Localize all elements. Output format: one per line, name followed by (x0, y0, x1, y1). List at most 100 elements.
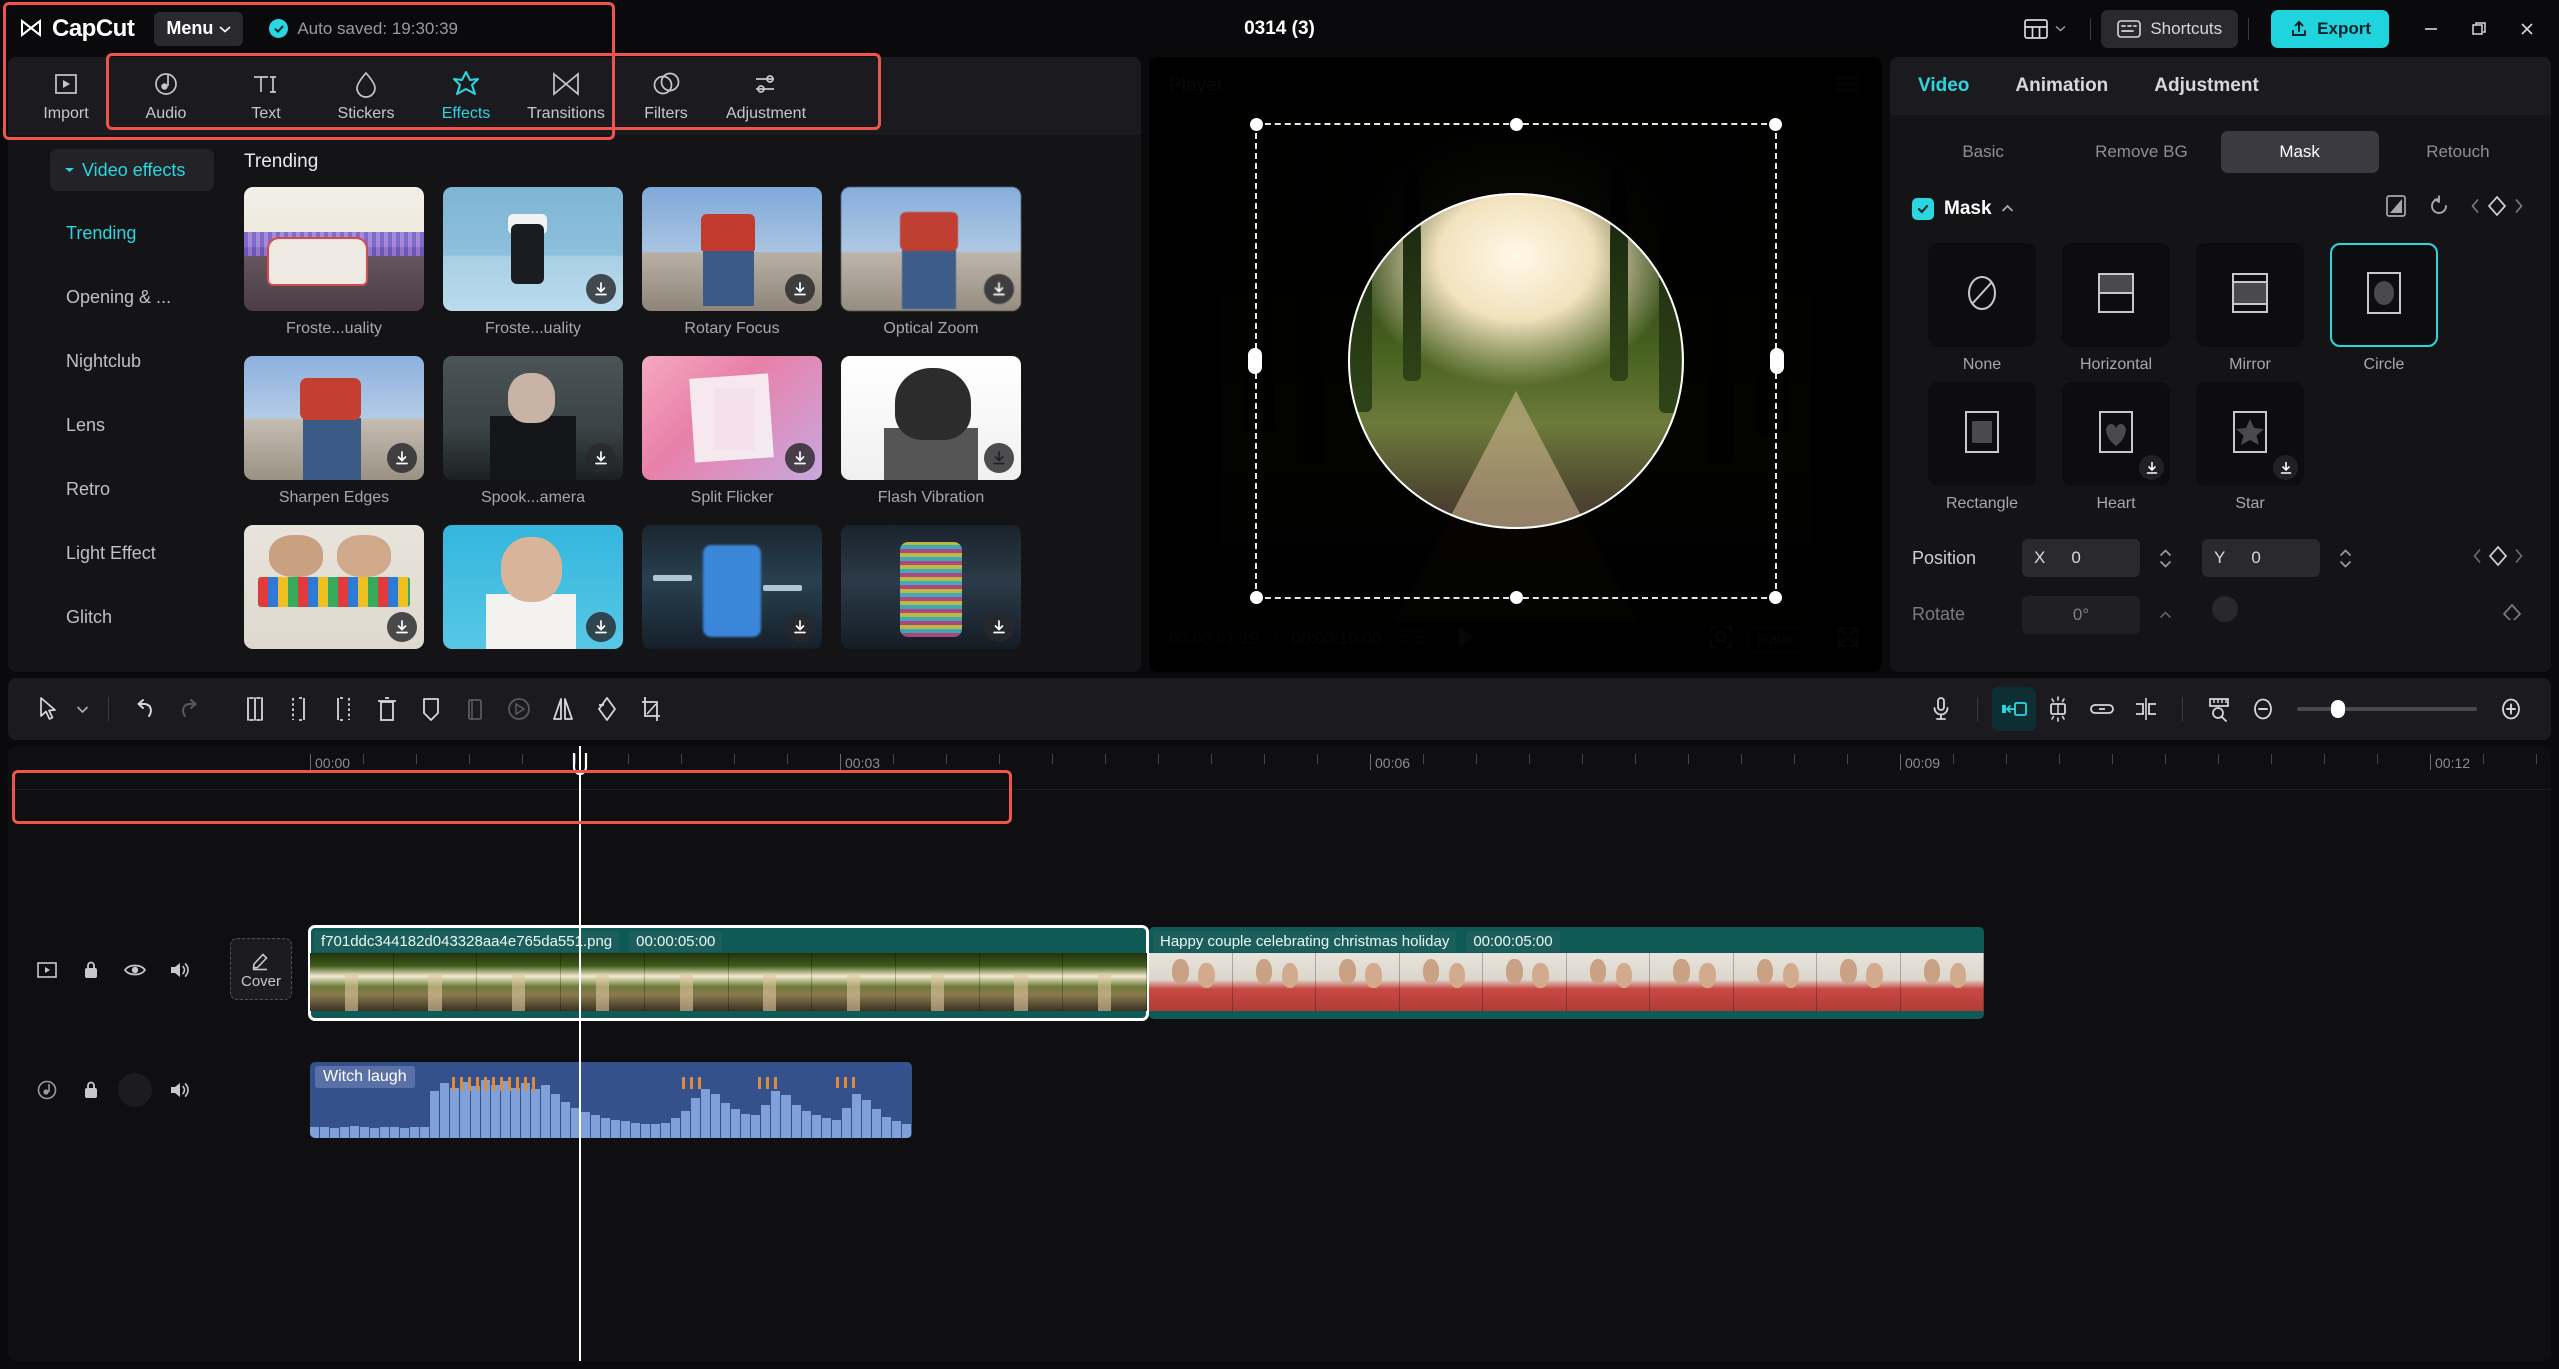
download-icon[interactable] (387, 612, 417, 642)
mask-shape-heart[interactable]: Heart (2062, 382, 2170, 513)
reset-icon[interactable] (2427, 194, 2451, 223)
mode-adjustment[interactable]: Adjustment (716, 60, 816, 132)
timeline-playhead[interactable] (579, 746, 581, 1361)
download-icon[interactable] (2139, 455, 2164, 480)
effect-card[interactable] (841, 525, 1021, 658)
minimize-button[interactable] (2407, 8, 2455, 50)
close-button[interactable] (2503, 8, 2551, 50)
keyframe-diamond-icon[interactable] (2501, 604, 2523, 625)
download-icon[interactable] (586, 274, 616, 304)
keyframe-diamond-icon[interactable] (2487, 545, 2509, 572)
mode-transitions[interactable]: Transitions (516, 60, 616, 132)
subtab-mask[interactable]: Mask (2221, 131, 2379, 173)
mask-handle-bottom-center[interactable] (1510, 591, 1523, 604)
mode-filters[interactable]: Filters (616, 60, 716, 132)
timeline-ruler[interactable]: 00:00 00:03 00:06 00:09 00:12 (8, 746, 2551, 790)
mode-text[interactable]: Text (216, 60, 316, 132)
mask-handle-bottom-left[interactable] (1250, 591, 1263, 604)
layout-switch-button[interactable] (2010, 18, 2080, 40)
chevron-down-icon[interactable] (70, 687, 94, 731)
chevron-up-icon[interactable] (2001, 200, 2014, 218)
sidebar-item-trending[interactable]: Trending (8, 201, 226, 265)
shortcuts-button[interactable]: Shortcuts (2101, 10, 2238, 48)
timeline-clip-video-1[interactable]: f701ddc344182d043328aa4e765da551.png 00:… (310, 927, 1147, 1019)
effect-card[interactable]: Optical Zoom (841, 187, 1021, 338)
mask-shape-star[interactable]: Star (2196, 382, 2304, 513)
keyframe-next-icon[interactable] (2514, 198, 2523, 219)
magnet-snap-icon[interactable] (2036, 687, 2080, 731)
effect-card[interactable]: Flash Vibration (841, 356, 1021, 507)
mode-effects[interactable]: Effects (416, 60, 516, 132)
keyframe-next-icon[interactable] (2514, 548, 2523, 569)
mode-import[interactable]: Import (16, 60, 116, 132)
download-icon[interactable] (387, 443, 417, 473)
subtab-retouch[interactable]: Retouch (2379, 131, 2537, 173)
select-arrow-icon[interactable] (26, 687, 70, 731)
track-preview-icon[interactable] (30, 953, 64, 987)
split-playhead-icon[interactable] (2124, 687, 2168, 731)
position-x-field[interactable]: X 0 (2022, 539, 2140, 577)
reverse-icon[interactable] (497, 687, 541, 731)
frames-icon[interactable] (1401, 627, 1427, 652)
tab-adjustment[interactable]: Adjustment (2154, 75, 2259, 97)
zoom-fit-icon[interactable] (1708, 624, 1734, 655)
effect-card[interactable]: Spook...amera (443, 356, 623, 507)
export-button[interactable]: Export (2271, 10, 2389, 48)
ruler-zoom-icon[interactable] (2197, 687, 2241, 731)
rotate-field[interactable]: 0° (2022, 596, 2140, 634)
download-icon[interactable] (2273, 455, 2298, 480)
snap-to-clip-icon[interactable] (1992, 687, 2036, 731)
fullscreen-icon[interactable] (1836, 625, 1860, 654)
tab-video[interactable]: Video (1918, 75, 1969, 97)
redo-icon[interactable] (167, 687, 211, 731)
mask-shape-horizontal[interactable]: Horizontal (2062, 243, 2170, 374)
download-icon[interactable] (984, 612, 1014, 642)
crop-icon[interactable] (629, 687, 673, 731)
download-icon[interactable] (984, 274, 1014, 304)
effect-card[interactable]: Split Flicker (642, 356, 822, 507)
category-header-video-effects[interactable]: Video effects (50, 149, 214, 191)
link-icon[interactable] (2080, 687, 2124, 731)
keyframe-prev-icon[interactable] (2473, 548, 2482, 569)
rotate-stepper[interactable] (2159, 611, 2172, 619)
effect-card[interactable] (443, 525, 623, 658)
trim-right-icon[interactable] (321, 687, 365, 731)
position-y-stepper[interactable] (2339, 549, 2352, 568)
speaker-icon[interactable] (162, 1073, 196, 1107)
mask-handle-top-left[interactable] (1250, 118, 1263, 131)
cover-button[interactable]: Cover (230, 938, 292, 1000)
download-icon[interactable] (785, 274, 815, 304)
freeze-frame-icon[interactable] (453, 687, 497, 731)
invert-mask-icon[interactable] (2385, 194, 2407, 223)
sidebar-item-distortion[interactable]: Distortion (8, 649, 226, 672)
effect-card[interactable] (642, 525, 822, 658)
position-x-stepper[interactable] (2159, 549, 2172, 568)
rotate-knob[interactable] (2208, 595, 2242, 634)
effect-card[interactable]: Froste...uality (443, 187, 623, 338)
keyframe-diamond-icon[interactable] (2486, 195, 2508, 222)
mode-stickers[interactable]: Stickers (316, 60, 416, 132)
mask-handle-top-right[interactable] (1769, 118, 1782, 131)
timeline-clip-video-2[interactable]: Happy couple celebrating christmas holid… (1149, 927, 1984, 1019)
sidebar-item-light-effect[interactable]: Light Effect (8, 521, 226, 585)
zoom-slider[interactable] (2297, 707, 2477, 711)
mask-shape-none[interactable]: None (1928, 243, 2036, 374)
sidebar-item-retro[interactable]: Retro (8, 457, 226, 521)
lock-icon[interactable] (74, 953, 108, 987)
split-icon[interactable] (233, 687, 277, 731)
ratio-button[interactable]: Ratio (1748, 627, 1803, 652)
mask-handle-bottom-right[interactable] (1769, 591, 1782, 604)
audio-track-icon[interactable] (30, 1073, 64, 1107)
hamburger-icon[interactable] (1834, 74, 1860, 99)
eye-icon[interactable] (118, 953, 152, 987)
download-icon[interactable] (984, 443, 1014, 473)
position-y-field[interactable]: Y 0 (2202, 539, 2320, 577)
lock-icon[interactable] (74, 1073, 108, 1107)
mask-shape-rectangle[interactable]: Rectangle (1928, 382, 2036, 513)
sidebar-item-opening[interactable]: Opening & ... (8, 265, 226, 329)
sidebar-item-lens[interactable]: Lens (8, 393, 226, 457)
microphone-icon[interactable] (1919, 687, 1963, 731)
playhead-handle[interactable] (570, 752, 590, 778)
zoom-out-icon[interactable] (2241, 687, 2285, 731)
mode-audio[interactable]: Audio (116, 60, 216, 132)
